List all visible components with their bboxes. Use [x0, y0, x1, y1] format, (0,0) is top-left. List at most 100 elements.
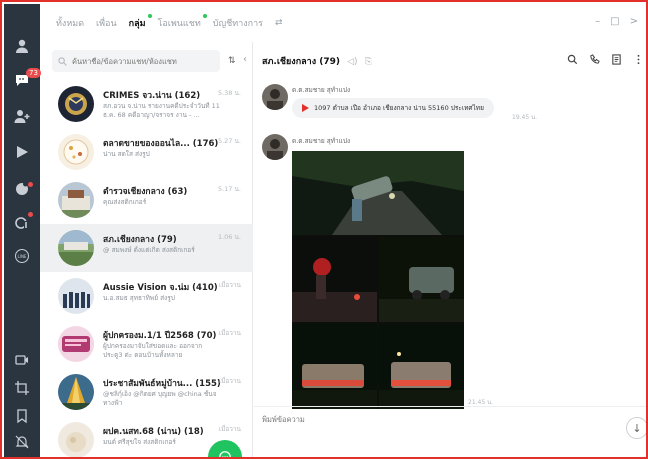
group-avatar	[58, 422, 94, 457]
chat-list-item[interactable]: ตำรวจเชียงกลาง (63) คุณส่งสติกเกอร์ 5.17…	[40, 176, 253, 224]
chat-search-box[interactable]	[52, 50, 220, 72]
line-app-icon[interactable]: LINE	[4, 242, 40, 270]
chat-list-item[interactable]: ผู้ปกครองม.1/1 ปี2568 (70) ผู้ปกครองมาจั…	[40, 320, 253, 368]
message-input[interactable]	[262, 415, 462, 424]
sender-avatar[interactable]	[262, 84, 288, 110]
copy-link-icon[interactable]: ⎘	[365, 57, 372, 67]
message-sender-name: ด.ต.สมชาย สุทำแปง	[292, 86, 351, 94]
add-friend-icon[interactable]	[4, 102, 40, 130]
app-window: 73 LINE ทั้งหมด เพื่อน กลุ่ม โอเพนแชท บั…	[0, 0, 648, 459]
chat-time: เมื่อวาน	[218, 281, 241, 289]
svg-text:LINE: LINE	[18, 254, 27, 259]
group-avatar	[58, 182, 94, 218]
photo-album-message[interactable]	[292, 151, 464, 409]
unread-badge: 73	[26, 68, 41, 78]
chat-preview: @ชลิกุ์เอ็ง @กิตยศ บุญยพ @china ชั้นจทาง…	[103, 390, 217, 407]
message-input-bar	[254, 406, 646, 457]
chat-list-item-selected[interactable]: สภ.เชียงกลาง (79) @ สมพงษ์ ตั้งแต่เกิด ส…	[40, 224, 253, 272]
chat-name: ประชาสัมพันธ์หมู่บ้าน... (155)	[103, 379, 221, 389]
chat-list-item[interactable]: ประชาสัมพันธ์หมู่บ้าน... (155) @ชลิกุ์เอ…	[40, 368, 253, 416]
photo-thumbnail[interactable]	[292, 151, 464, 235]
video-call-icon[interactable]	[4, 346, 40, 374]
phone-icon[interactable]	[589, 54, 600, 65]
chat-time: 5.17 น.	[217, 185, 241, 193]
message-sender-name: ด.ต.สมชาย สุทำแปง	[292, 137, 351, 145]
chat-name: CRIMES จว.น่าน (162)	[103, 91, 201, 101]
tab-openchat-label: โอเพนแชท	[157, 19, 201, 29]
chat-room-panel: สภ.เชียงกลาง (79) ◁) ⎘ ด.ต.สมชาย สุทำแปง…	[254, 42, 646, 457]
chat-name: ผปค.นสท.68 (น่าน) (18)	[103, 427, 204, 437]
tab-filter-settings-icon[interactable]: ⇄	[275, 18, 283, 28]
profile-icon[interactable]	[4, 32, 40, 60]
tab-groups[interactable]: กลุ่ม	[128, 14, 152, 30]
mute-notifications-icon[interactable]	[4, 428, 40, 456]
photo-thumbnail[interactable]	[292, 237, 377, 322]
group-avatar	[58, 278, 94, 314]
chat-list-item[interactable]: Aussie Vision จ.น่ม (410) น.อ.สมธ สุทธาท…	[40, 272, 253, 320]
tab-groups-label: กลุ่ม	[128, 19, 146, 29]
chat-filter-tabs: ทั้งหมด เพื่อน กลุ่ม โอเพนแชท บัญชีทางกา…	[40, 4, 646, 42]
chat-name: Aussie Vision จ.น่ม (410)	[103, 283, 218, 293]
photo-thumbnail[interactable]	[292, 324, 377, 409]
group-avatar	[58, 86, 94, 122]
chat-bubble-icon	[219, 451, 231, 457]
sort-icon[interactable]: ⇅	[228, 56, 236, 66]
chat-name: สภ.เชียงกลาง (79)	[103, 235, 177, 245]
screen-capture-icon[interactable]	[4, 374, 40, 402]
message-time: 19.45 น.	[512, 114, 538, 121]
group-avatar	[58, 374, 94, 410]
tab-openchat-dot	[202, 14, 207, 18]
chat-time: 5.27 น.	[217, 137, 241, 145]
window-controls: – □ >	[595, 16, 638, 27]
group-avatar	[58, 230, 94, 266]
collapse-panel-icon[interactable]: ‹	[243, 54, 247, 65]
chat-preview: @ สมพงษ์ ตั้งแต่เกิด ส่งสติกเกอร์	[103, 246, 195, 254]
keep-bookmark-icon[interactable]	[4, 402, 40, 430]
location-message-bubble[interactable]: 1097 ตำบล เปือ อำเภอ เชียงกลาง น่าน 5516…	[292, 98, 494, 118]
chat-room-header: สภ.เชียงกลาง (79) ◁) ⎘	[262, 54, 372, 68]
chat-preview: ผู้ปกครองมาจับใส่ขอดและ ออกจากประตู3 ต่ะ…	[103, 342, 203, 359]
search-input[interactable]	[72, 56, 212, 66]
photo-thumbnail[interactable]	[379, 237, 464, 322]
chat-name: ตลาดขายของออนไล... (176)	[103, 139, 219, 149]
openchat-icon[interactable]	[4, 208, 40, 236]
chat-list-panel: ⇅ ‹ CRIMES จว.น่าน (162) สภ.อวน จ.น่าน ร…	[40, 42, 253, 457]
tab-all[interactable]: ทั้งหมด	[56, 16, 84, 30]
chat-time: 1.06 น.	[217, 233, 241, 241]
minimize-icon[interactable]: –	[595, 16, 600, 27]
stickers-icon[interactable]	[4, 174, 40, 202]
tab-openchat[interactable]: โอเพนแชท	[157, 14, 207, 30]
location-pin-icon	[302, 104, 309, 112]
search-in-chat-icon[interactable]	[567, 54, 578, 65]
voom-icon[interactable]	[4, 138, 40, 166]
location-text: 1097 ตำบล เปือ อำเภอ เชียงกลาง น่าน 5516…	[314, 104, 484, 112]
openchat-new-dot	[28, 212, 33, 217]
left-navigation-bar: 73 LINE	[4, 4, 41, 457]
more-options-icon[interactable]	[633, 54, 644, 65]
search-icon	[58, 56, 67, 66]
chat-preview: สภ.อวน จ.น่าน รายงานคดีประจำวันที่ 11 ธ.…	[103, 102, 220, 119]
chat-time: เมื่อวาน	[218, 377, 241, 385]
tab-groups-dot	[147, 14, 152, 18]
close-icon[interactable]: >	[630, 16, 638, 27]
chat-name: ตำรวจเชียงกลาง (63)	[103, 187, 188, 197]
chat-preview: คุณส่งสติกเกอร์	[103, 198, 147, 206]
tab-official-accounts[interactable]: บัญชีทางการ	[213, 16, 263, 30]
notes-icon[interactable]	[611, 54, 622, 65]
chat-list-item[interactable]: CRIMES จว.น่าน (162) สภ.อวน จ.น่าน รายงา…	[40, 80, 253, 128]
chat-name: ผู้ปกครองม.1/1 ปี2568 (70)	[103, 331, 217, 341]
chat-preview: น่าน สดใส ส่งรูป	[103, 150, 150, 158]
photo-thumbnail[interactable]	[379, 324, 464, 409]
chat-preview: น.อ.สมธ สุทธาทิพย์ ส่งรูป	[103, 294, 175, 302]
chat-preview: มนต์ ศรีสุขใจ ส่งสติกเกอร์	[103, 438, 176, 446]
stickers-new-dot	[28, 182, 33, 187]
tab-friends[interactable]: เพื่อน	[96, 16, 117, 30]
chat-time: เมื่อวาน	[218, 425, 241, 433]
group-avatar	[58, 134, 94, 170]
chat-list-item[interactable]: ตลาดขายของออนไล... (176) น่าน สดใส ส่งรู…	[40, 128, 253, 176]
sender-avatar[interactable]	[262, 134, 288, 160]
mute-icon[interactable]: ◁)	[347, 57, 357, 67]
group-avatar	[58, 326, 94, 362]
chat-header-actions	[567, 54, 644, 65]
maximize-icon[interactable]: □	[610, 16, 619, 27]
